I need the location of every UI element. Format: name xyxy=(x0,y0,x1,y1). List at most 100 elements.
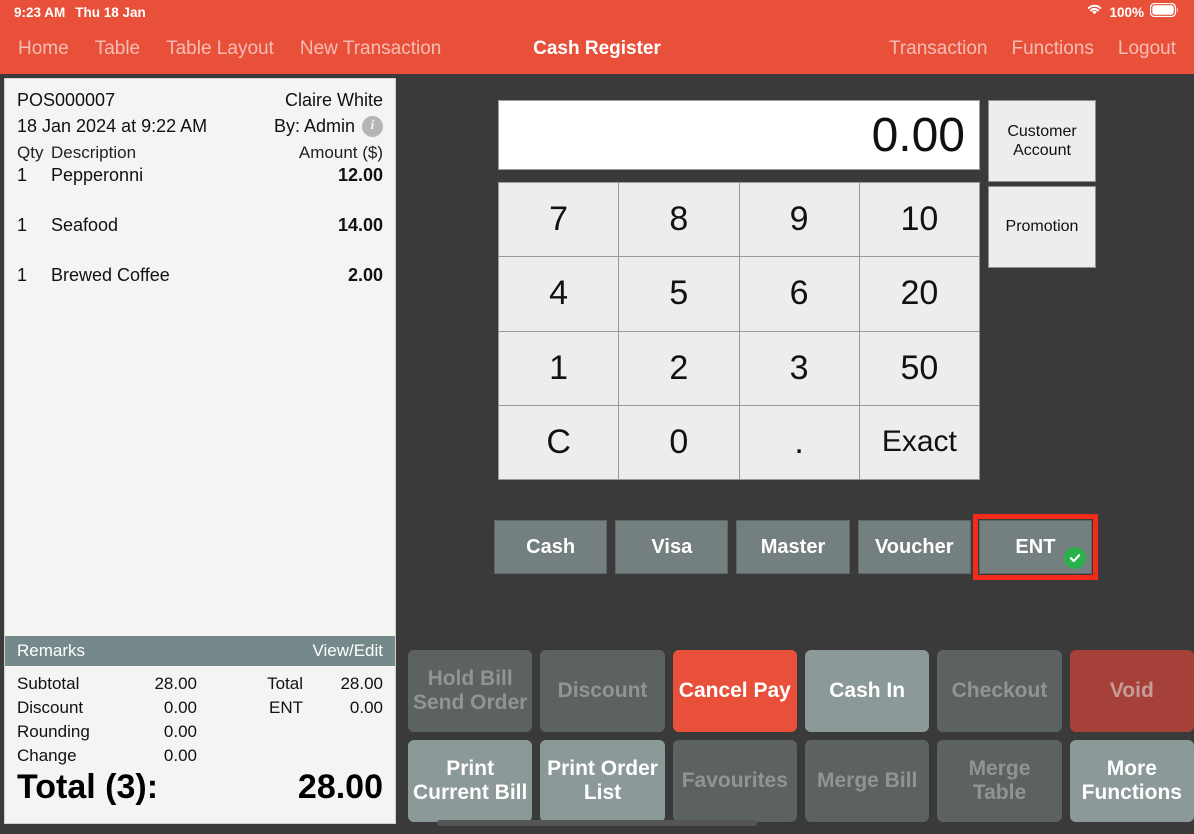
ent-label: ENT xyxy=(269,698,303,717)
discount-button[interactable]: Discount xyxy=(540,650,665,732)
payment-method-row: Cash Visa Master Voucher ENT xyxy=(494,514,1099,580)
info-icon[interactable]: i xyxy=(362,115,383,137)
cancel-pay-button[interactable]: Cancel Pay xyxy=(672,650,797,732)
grand-total-row: Total (3): 28.00 xyxy=(5,768,395,823)
key-clear[interactable]: C xyxy=(499,405,619,479)
favourites-button[interactable]: Favourites xyxy=(672,740,797,822)
nav-item-functions[interactable]: Functions xyxy=(1012,38,1094,60)
key-8[interactable]: 8 xyxy=(619,183,739,257)
totals-grid: Subtotal 28.00 Total 28.00 Discount 0.00… xyxy=(5,666,395,768)
rounding-label: Rounding xyxy=(17,722,90,741)
home-indicator xyxy=(437,820,757,826)
order-datetime: 18 Jan 2024 at 9:22 AM xyxy=(17,115,208,136)
receipt-header-row-1: POS000007 Claire White xyxy=(17,87,383,113)
payment-visa-button[interactable]: Visa xyxy=(615,520,729,574)
key-6[interactable]: 6 xyxy=(739,257,859,331)
nav-left-group: Home Table Table Layout New Transaction xyxy=(0,38,441,60)
hold-bill-send-order-label: Hold Bill Send Order xyxy=(412,666,528,714)
amount-display[interactable]: 0.00 xyxy=(498,100,980,170)
table-row[interactable]: 1 Brewed Coffee 2.00 xyxy=(17,265,383,315)
key-7[interactable]: 7 xyxy=(499,183,619,257)
check-circle-icon xyxy=(1064,547,1087,569)
nav-item-table[interactable]: Table xyxy=(95,38,140,60)
key-20[interactable]: 20 xyxy=(859,257,979,331)
register-main-area: 0.00 Customer Account Promotion 7 8 9 10… xyxy=(400,78,1194,834)
payment-master-label: Master xyxy=(760,535,826,558)
hold-bill-send-order-button[interactable]: Hold Bill Send Order xyxy=(408,650,533,732)
item-amount: 14.00 xyxy=(337,215,383,235)
status-time: 9:23 AM xyxy=(14,4,66,20)
print-order-list-button[interactable]: Print Order List xyxy=(540,740,665,822)
totals-spacer-value-4 xyxy=(303,744,383,768)
key-2[interactable]: 2 xyxy=(619,331,739,405)
item-qty: 1 xyxy=(17,265,28,285)
payment-cash-button[interactable]: Cash xyxy=(494,520,608,574)
grand-total-label: Total (3): xyxy=(17,768,159,806)
more-functions-button[interactable]: More Functions xyxy=(1069,740,1194,822)
promotion-button[interactable]: Promotion xyxy=(988,186,1096,268)
receipt-header-row-2: 18 Jan 2024 at 9:22 AM By: Admin i xyxy=(17,113,383,139)
payment-master-button[interactable]: Master xyxy=(736,520,850,574)
key-10[interactable]: 10 xyxy=(859,183,979,257)
item-description: Pepperonni xyxy=(51,165,144,185)
operator-name: By: Admin xyxy=(273,115,355,136)
key-3[interactable]: 3 xyxy=(739,331,859,405)
payment-cash-label: Cash xyxy=(526,535,576,558)
merge-bill-button[interactable]: Merge Bill xyxy=(805,740,930,822)
item-qty: 1 xyxy=(17,165,28,185)
more-functions-label: More Functions xyxy=(1081,756,1182,804)
totals-spacer-label-3 xyxy=(197,720,303,744)
merge-table-button[interactable]: Merge Table xyxy=(937,740,1062,822)
receipt-panel: POS000007 Claire White 18 Jan 2024 at 9:… xyxy=(4,78,396,824)
numeric-keypad: 7 8 9 10 4 5 6 20 1 2 3 50 C 0 . Exact xyxy=(498,182,980,480)
key-4[interactable]: 4 xyxy=(499,257,619,331)
nav-item-home[interactable]: Home xyxy=(18,38,69,60)
status-date: Thu 18 Jan xyxy=(75,4,146,20)
action-button-grid: Hold Bill Send Order Discount Cancel Pay … xyxy=(408,650,1194,822)
column-header-qty: Qty xyxy=(17,143,44,162)
status-bar: 9:23 AM Thu 18 Jan 100% xyxy=(0,0,1194,24)
totals-spacer-label-4 xyxy=(197,744,303,768)
battery-icon xyxy=(1149,2,1180,22)
key-1[interactable]: 1 xyxy=(499,331,619,405)
receipt-items-list: 1 Pepperonni 12.00 1 Seafood 14.00 1 Bre… xyxy=(5,165,395,636)
nav-item-new-transaction[interactable]: New Transaction xyxy=(300,38,442,60)
column-header-description: Description xyxy=(51,143,137,162)
payment-visa-label: Visa xyxy=(651,535,693,558)
payment-ent-label: ENT xyxy=(1015,535,1056,558)
checkout-button[interactable]: Checkout xyxy=(937,650,1062,732)
table-row[interactable]: 1 Pepperonni 12.00 xyxy=(17,165,383,215)
rounding-value: 0.00 xyxy=(163,722,197,741)
change-label: Change xyxy=(17,746,77,765)
remarks-view-edit-button[interactable]: View/Edit xyxy=(312,641,383,661)
print-current-bill-button[interactable]: Print Current Bill xyxy=(408,740,533,822)
wifi-icon xyxy=(1086,3,1103,21)
remarks-label: Remarks xyxy=(17,641,86,660)
total-value: 28.00 xyxy=(340,674,383,693)
nav-item-table-layout[interactable]: Table Layout xyxy=(166,38,274,60)
nav-item-logout[interactable]: Logout xyxy=(1118,38,1176,60)
item-description: Seafood xyxy=(51,215,119,235)
payment-voucher-button[interactable]: Voucher xyxy=(857,520,971,574)
print-order-list-label: Print Order List xyxy=(547,756,658,804)
total-label: Total xyxy=(267,674,303,693)
void-button[interactable]: Void xyxy=(1069,650,1194,732)
key-9[interactable]: 9 xyxy=(739,183,859,257)
payment-ent-button[interactable]: ENT xyxy=(972,514,1099,580)
key-decimal[interactable]: . xyxy=(739,405,859,479)
nav-item-transaction[interactable]: Transaction xyxy=(889,38,988,60)
table-row[interactable]: 1 Seafood 14.00 xyxy=(17,215,383,265)
key-50[interactable]: 50 xyxy=(859,331,979,405)
customer-account-button[interactable]: Customer Account xyxy=(988,100,1096,182)
key-5[interactable]: 5 xyxy=(619,257,739,331)
customer-name: Claire White xyxy=(284,89,383,110)
cash-in-button[interactable]: Cash In xyxy=(805,650,930,732)
key-0[interactable]: 0 xyxy=(619,405,739,479)
payment-voucher-label: Voucher xyxy=(874,535,954,558)
discount-value: 0.00 xyxy=(163,698,197,717)
remarks-bar: Remarks View/Edit xyxy=(5,636,395,666)
column-header-amount: Amount ($) xyxy=(298,143,383,162)
key-exact[interactable]: Exact xyxy=(859,405,979,479)
grand-total-amount: 28.00 xyxy=(297,768,383,806)
discount-label: Discount xyxy=(17,698,84,717)
